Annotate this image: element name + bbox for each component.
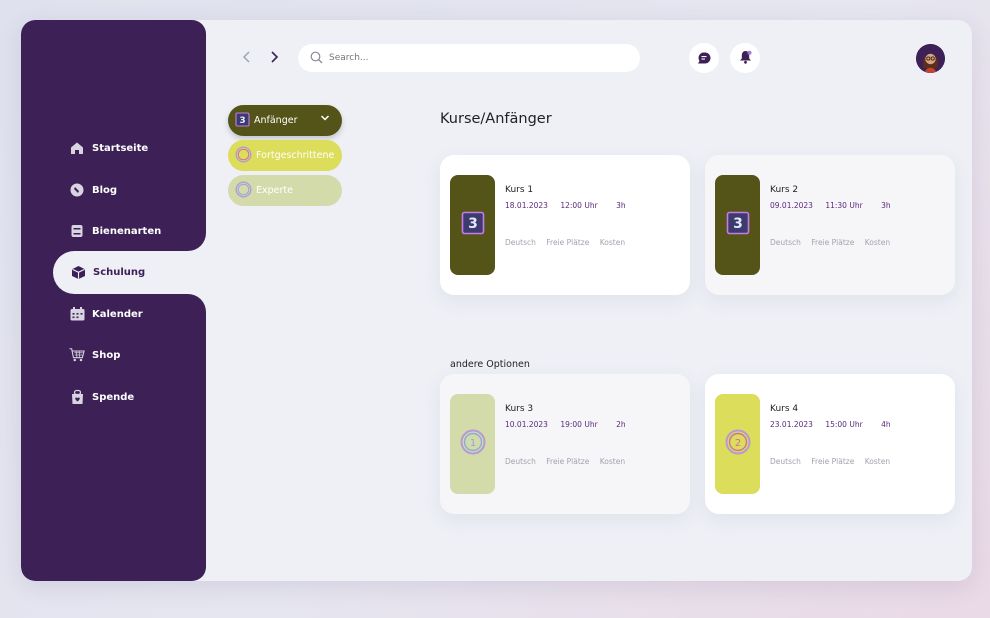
- course-places: Freie Plätze: [811, 238, 855, 247]
- sidebar-item-label: Bienenarten: [92, 225, 162, 237]
- course-date: 18.01.2023: [505, 201, 548, 210]
- course-card-kurs-3[interactable]: 1 Kurs 3 10.01.2023 19:00 Uhr 2h Deutsch…: [440, 374, 690, 514]
- course-duration: 3h: [881, 201, 891, 210]
- course-card-kurs-2[interactable]: 3 Kurs 2 09.01.2023 11:30 Uhr 3h Deutsch…: [705, 155, 955, 295]
- course-thumbnail: 3: [450, 175, 495, 275]
- forward-button[interactable]: [266, 50, 282, 66]
- sidebar-item-label: Kalender: [92, 308, 143, 320]
- course-cost: Kosten: [599, 238, 626, 247]
- course-duration: 4h: [881, 420, 891, 429]
- sidebar-item-label: Schulung: [93, 267, 146, 278]
- course-time: 15:00 Uhr: [825, 420, 863, 429]
- cart-icon: [69, 347, 85, 363]
- course-thumbnail: 1: [450, 394, 495, 494]
- course-time: 11:30 Uhr: [825, 201, 863, 210]
- sidebar-item-label: Spende: [92, 391, 135, 403]
- level-1-badge-icon: [235, 180, 252, 201]
- sidebar-item-label: Startseite: [92, 142, 149, 154]
- sidebar-item-spende[interactable]: Spende: [69, 385, 134, 409]
- course-name: Kurs 3: [505, 404, 534, 414]
- level-3-badge-icon: 3: [235, 111, 250, 130]
- course-language: Deutsch: [505, 457, 536, 466]
- course-places: Freie Plätze: [546, 238, 590, 247]
- course-date: 23.01.2023: [770, 420, 813, 429]
- bell-icon: [739, 49, 752, 68]
- course-date: 10.01.2023: [505, 420, 548, 429]
- course-card-kurs-4[interactable]: 2 Kurs 4 23.01.2023 15:00 Uhr 4h Deutsch…: [705, 374, 955, 514]
- level-2-badge-icon: [235, 145, 252, 166]
- sidebar-item-shop[interactable]: Shop: [69, 343, 120, 367]
- cube-icon: [70, 265, 86, 281]
- course-time: 12:00 Uhr: [560, 201, 598, 210]
- level-3-badge-icon: 3: [726, 211, 750, 239]
- course-language: Deutsch: [505, 238, 536, 247]
- level-label: Anfänger: [254, 115, 298, 126]
- back-button[interactable]: [239, 50, 255, 66]
- course-cost: Kosten: [599, 457, 626, 466]
- donate-icon: [69, 389, 85, 405]
- avatar[interactable]: [916, 44, 945, 73]
- svg-text:3: 3: [733, 216, 743, 232]
- course-thumbnail: 3: [715, 175, 760, 275]
- course-card-kurs-1[interactable]: 3 Kurs 1 18.01.2023 12:00 Uhr 3h Deutsch…: [440, 155, 690, 295]
- search-bar[interactable]: [298, 44, 640, 72]
- app-window: Startseite Blog Bienenarten Schulung Kal: [21, 20, 972, 581]
- chevron-left-icon: [242, 48, 252, 68]
- section-heading-other-options: andere Optionen: [450, 359, 530, 370]
- course-duration: 2h: [616, 420, 626, 429]
- course-places: Freie Plätze: [546, 457, 590, 466]
- level-anfaenger[interactable]: 3 Anfänger: [228, 105, 342, 136]
- level-3-badge-icon: 3: [461, 211, 485, 239]
- svg-text:2: 2: [734, 438, 740, 449]
- sidebar-item-label: Shop: [92, 349, 121, 361]
- level-2-badge-icon: 2: [725, 429, 751, 459]
- course-name: Kurs 2: [770, 185, 799, 195]
- notification-button[interactable]: [730, 43, 760, 73]
- course-time: 19:00 Uhr: [560, 420, 598, 429]
- course-language: Deutsch: [770, 238, 801, 247]
- search-icon: [310, 49, 323, 68]
- course-duration: 3h: [616, 201, 626, 210]
- course-date: 09.01.2023: [770, 201, 813, 210]
- book-icon: [69, 223, 85, 239]
- sidebar-item-bienenarten[interactable]: Bienenarten: [69, 219, 161, 243]
- course-cost: Kosten: [864, 238, 891, 247]
- sidebar-item-startseite[interactable]: Startseite: [69, 136, 148, 160]
- home-icon: [69, 140, 85, 156]
- course-name: Kurs 4: [770, 404, 799, 414]
- course-name: Kurs 1: [505, 185, 534, 195]
- sidebar-item-blog[interactable]: Blog: [69, 178, 117, 202]
- level-label: Fortgeschrittene: [256, 150, 335, 161]
- chat-button[interactable]: [689, 43, 719, 73]
- level-experte[interactable]: Experte: [228, 175, 342, 206]
- level-1-badge-icon: 1: [460, 429, 486, 459]
- chat-icon: [697, 49, 711, 68]
- course-places: Freie Plätze: [811, 457, 855, 466]
- chevron-down-icon: [320, 114, 330, 125]
- chevron-right-icon: [269, 48, 279, 68]
- search-input[interactable]: [329, 53, 609, 63]
- svg-text:1: 1: [469, 438, 475, 449]
- page-title: Kurse/Anfänger: [440, 111, 552, 127]
- sidebar-item-label: Blog: [92, 184, 118, 196]
- sidebar-item-kalender[interactable]: Kalender: [69, 302, 143, 326]
- calendar-icon: [69, 306, 85, 322]
- sidebar-item-schulung[interactable]: Schulung: [53, 251, 206, 294]
- course-language: Deutsch: [770, 457, 801, 466]
- blog-icon: [69, 182, 85, 198]
- course-cost: Kosten: [864, 457, 891, 466]
- level-fortgeschrittene[interactable]: Fortgeschrittene: [228, 140, 342, 171]
- course-thumbnail: 2: [715, 394, 760, 494]
- sidebar: Startseite Blog Bienenarten Schulung Kal: [21, 20, 206, 581]
- svg-text:3: 3: [468, 216, 478, 232]
- svg-text:3: 3: [239, 116, 245, 126]
- level-label: Experte: [256, 185, 293, 196]
